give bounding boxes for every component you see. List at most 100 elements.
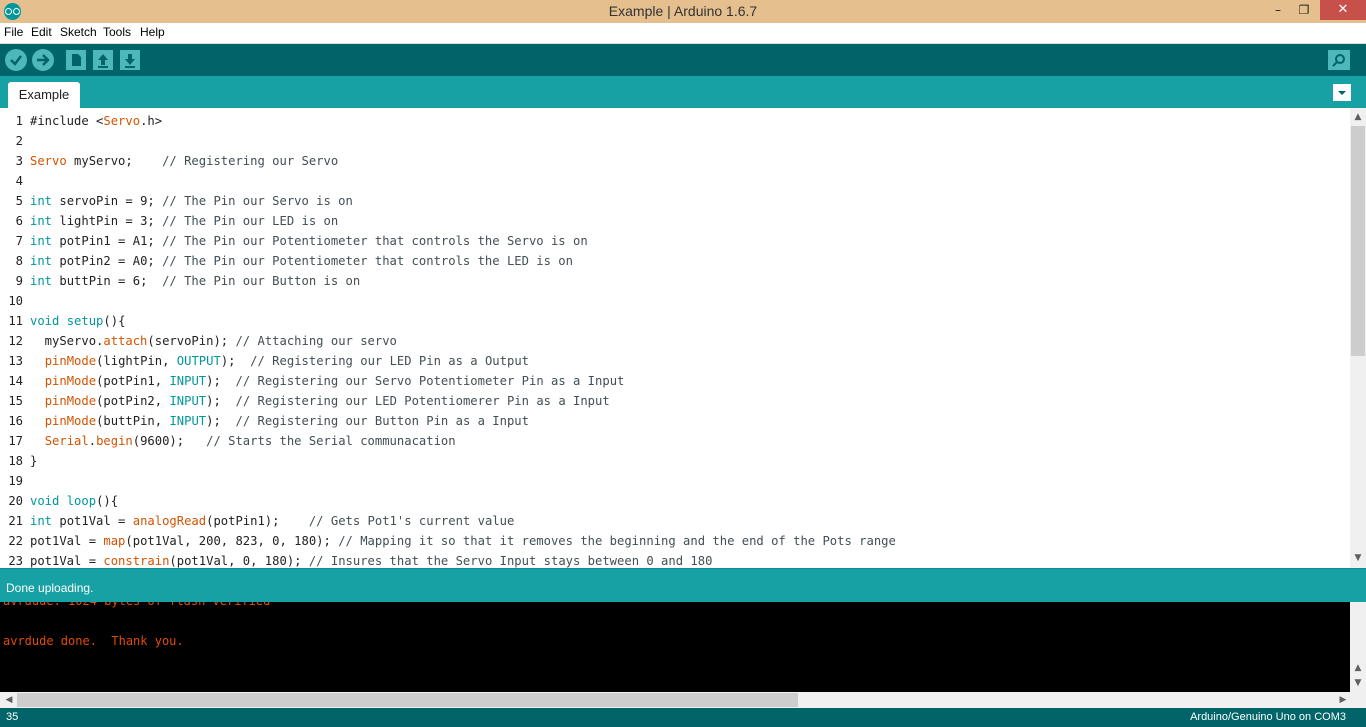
code-token: Servo [103, 114, 141, 128]
line-number: 13 [8, 354, 23, 368]
scroll-left-arrow-icon[interactable]: ◀ [1, 695, 17, 705]
code-line[interactable]: 8 int potPin2 = A0; // The Pin our Potent… [0, 251, 1350, 271]
line-number: 14 [8, 374, 23, 388]
code-text: pinMode(potPin2, INPUT); // Registering … [30, 391, 610, 411]
code-text: int potPin2 = A0; // The Pin our Potenti… [30, 251, 573, 271]
editor-scroll-thumb[interactable] [1351, 126, 1365, 356]
code-text: #include <Servo.h> [30, 111, 162, 131]
code-token: int [30, 214, 53, 228]
serial-monitor-button[interactable] [1328, 50, 1350, 70]
code-text: int lightPin = 3; // The Pin our LED is … [30, 211, 338, 231]
code-token: OUTPUT [176, 354, 221, 368]
code-token: // The Pin our Potentiometer that contro… [162, 234, 588, 248]
code-editor[interactable]: 1 #include <Servo.h> 2 3 Servo myServo; // R… [0, 108, 1350, 568]
code-line[interactable]: 14 pinMode(potPin1, INPUT); // Registeri… [0, 371, 1350, 391]
code-text: Serial.begin(9600); // Starts the Serial… [30, 431, 456, 451]
line-number: 21 [8, 514, 23, 528]
line-number: 2 [15, 134, 23, 148]
code-line[interactable]: 12 myServo.attach(servoPin); // Attachin… [0, 331, 1350, 351]
line-number: 7 [15, 234, 23, 248]
tab-example[interactable]: Example [8, 82, 80, 108]
console-scroll-down-arrow-icon[interactable]: ▼ [1350, 678, 1366, 688]
code-token: // The Pin our Potentiometer that contro… [162, 254, 573, 268]
line-number: 18 [8, 454, 23, 468]
console-output[interactable]: avrdude: 1024 bytes of flash verified avr… [0, 602, 1350, 692]
new-sketch-button[interactable] [66, 50, 86, 70]
code-text: pinMode(potPin1, INPUT); // Registering … [30, 371, 625, 391]
code-token: ); [220, 354, 251, 368]
code-line[interactable]: 18} [0, 451, 1350, 471]
upload-button[interactable] [32, 49, 54, 71]
code-line[interactable]: 15 pinMode(potPin2, INPUT); // Registeri… [0, 391, 1350, 411]
code-line[interactable]: 7 int potPin1 = A1; // The Pin our Potent… [0, 231, 1350, 251]
code-line[interactable]: 21 int pot1Val = analogRead(potPin1); // … [0, 511, 1350, 531]
minimize-button[interactable]: – [1270, 0, 1286, 20]
code-line[interactable]: 6 int lightPin = 3; // The Pin our LED is… [0, 211, 1350, 231]
code-line[interactable]: 2 [0, 131, 1350, 151]
code-token: INPUT [169, 394, 207, 408]
code-token: . [88, 434, 97, 448]
code-text: pot1Val = constrain(pot1Val, 0, 180); //… [30, 551, 712, 568]
code-line[interactable]: 19 [0, 471, 1350, 491]
menu-tools[interactable]: Tools [103, 25, 131, 39]
console-line: avrdude: 1024 bytes of flash verified [3, 602, 270, 608]
window-title: Example | Arduino 1.6.7 [608, 3, 758, 19]
line-number: 8 [15, 254, 23, 268]
open-button[interactable] [93, 50, 113, 70]
code-line[interactable]: 13 pinMode(lightPin, OUTPUT); // Registe… [0, 351, 1350, 371]
code-token: pinMode [44, 374, 97, 388]
code-line[interactable]: 3 Servo myServo; // Registering our Servo [0, 151, 1350, 171]
line-number: 17 [8, 434, 23, 448]
menu-edit[interactable]: Edit [31, 25, 52, 39]
code-token: (pot1Val, 200, 823, 0, 180); [125, 534, 339, 548]
code-token: INPUT [169, 374, 207, 388]
code-token: // Insures that the Servo Input stays be… [308, 554, 713, 568]
menu-sketch[interactable]: Sketch [60, 25, 97, 39]
verify-button[interactable] [5, 49, 27, 71]
code-line[interactable]: 9 int buttPin = 6; // The Pin our Button … [0, 271, 1350, 291]
code-token: pinMode [44, 354, 97, 368]
code-token: myServo; [66, 154, 163, 168]
maximize-button[interactable]: ❐ [1294, 0, 1314, 20]
code-token: // Registering our LED Potentiomerer Pin… [235, 394, 610, 408]
code-line[interactable]: 11 void setup(){ [0, 311, 1350, 331]
code-line[interactable]: 16 pinMode(buttPin, INPUT); // Registeri… [0, 411, 1350, 431]
scroll-up-arrow-icon[interactable]: ▲ [1350, 112, 1366, 122]
code-line[interactable]: 4 [0, 171, 1350, 191]
save-button[interactable] [120, 50, 140, 70]
code-token: pinMode [44, 394, 97, 408]
code-text: int buttPin = 6; // The Pin our Button i… [30, 271, 360, 291]
board-port-indicator: Arduino/Genuino Uno on COM3 [1190, 711, 1346, 723]
console-scroll-up-arrow-icon[interactable]: ▲ [1350, 663, 1366, 673]
code-token: // The Pin our Button is on [162, 274, 361, 288]
code-text: pot1Val = map(pot1Val, 200, 823, 0, 180)… [30, 531, 896, 551]
code-token: lightPin = 3; [52, 214, 163, 228]
upload-icon [37, 54, 50, 66]
line-number: 1 [15, 114, 23, 128]
code-text: } [30, 451, 37, 471]
scroll-right-arrow-icon[interactable]: ▶ [1335, 695, 1351, 705]
tab-bar: Example [0, 76, 1366, 108]
code-token: // The Pin our LED is on [162, 214, 339, 228]
code-line[interactable]: 20 void loop(){ [0, 491, 1350, 511]
horizontal-scroll-thumb[interactable] [17, 693, 798, 707]
line-number: 6 [15, 214, 23, 228]
code-token: potPin1 = A1; [52, 234, 163, 248]
scroll-down-arrow-icon[interactable]: ▼ [1350, 553, 1366, 563]
code-line[interactable]: 22 pot1Val = map(pot1Val, 200, 823, 0, 18… [0, 531, 1350, 551]
menu-help[interactable]: Help [140, 25, 165, 39]
code-line[interactable]: 23 pot1Val = constrain(pot1Val, 0, 180); … [0, 551, 1350, 568]
console-line: avrdude done. Thank you. [3, 634, 184, 648]
code-line[interactable]: 5 int servoPin = 9; // The Pin our Servo … [0, 191, 1350, 211]
close-button[interactable]: ✕ [1320, 0, 1366, 20]
menu-file[interactable]: File [4, 25, 23, 39]
tab-menu-button[interactable] [1333, 84, 1351, 101]
code-line[interactable]: 17 Serial.begin(9600); // Starts the Ser… [0, 431, 1350, 451]
code-token: begin [96, 434, 133, 448]
code-line[interactable]: 1 #include <Servo.h> [0, 111, 1350, 131]
toolbar [0, 44, 1366, 76]
code-line[interactable]: 10 [0, 291, 1350, 311]
code-token: // Mapping it so that it removes the beg… [338, 534, 896, 548]
code-token: (potPin2, [96, 394, 170, 408]
